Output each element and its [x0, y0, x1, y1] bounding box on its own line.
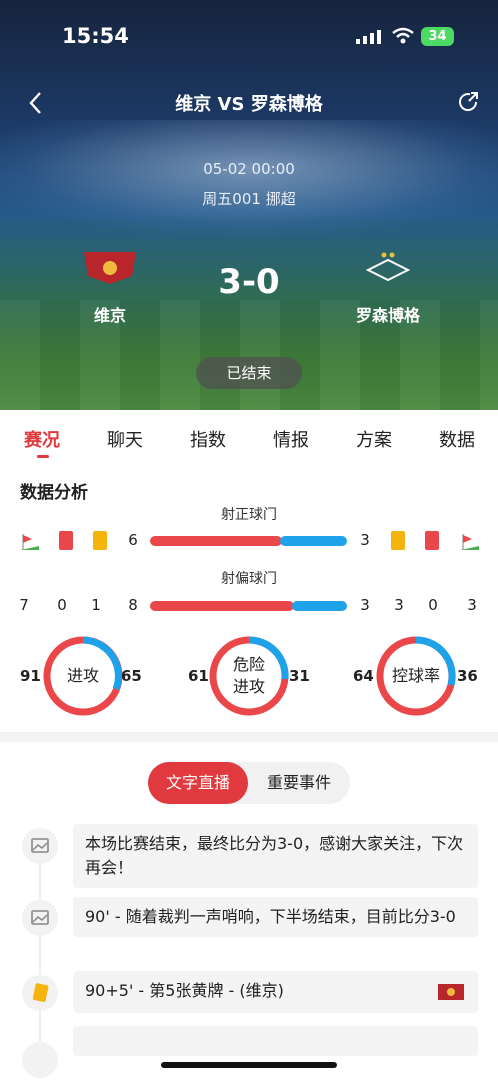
danger-attack-away: 31 — [289, 667, 310, 685]
event-item — [73, 1026, 478, 1056]
event-item: 90+5' - 第5张黄牌 - (维京) — [73, 971, 478, 1013]
away-shots-on: 3 — [360, 531, 370, 549]
away-stat-3: 0 — [428, 596, 438, 614]
shots-on-bar — [150, 536, 347, 546]
tab-bar: 赛况 聊天 指数 情报 方案 数据 — [0, 410, 498, 463]
danger-attack-label-line1: 危险 — [232, 655, 265, 674]
wifi-icon — [392, 27, 414, 44]
home-indicator — [161, 1062, 337, 1068]
possession-home: 64 — [353, 667, 374, 685]
yellow-card-icon — [93, 531, 107, 550]
home-shots-off-bar — [150, 601, 294, 611]
away-team-logo — [365, 252, 411, 282]
shots-off-label: 射偏球门 — [221, 571, 277, 587]
away-team[interactable]: 罗森博格 — [328, 250, 448, 326]
home-shots-off: 8 — [128, 596, 138, 614]
red-card-icon — [425, 531, 439, 550]
event-item: 本场比赛结束，最终比分为3-0，感谢大家关注，下次再会！ — [73, 824, 478, 888]
tab-intel[interactable]: 情报 — [273, 426, 309, 452]
key-events-tab[interactable]: 重要事件 — [248, 762, 350, 804]
match-status-badge: 已结束 — [196, 357, 302, 389]
stats-panel: 数据分析 射正球门 6 3 射偏球门 7 0 1 8 3 3 0 3 91 进攻… — [0, 462, 498, 732]
tab-chat[interactable]: 聊天 — [107, 426, 143, 452]
red-card-icon — [59, 531, 73, 550]
event-text: 90+5' - 第5张黄牌 - (维京) — [85, 981, 284, 1000]
shots-on-label: 射正球门 — [221, 507, 277, 523]
corner-flag-icon — [21, 534, 39, 550]
share-icon[interactable] — [456, 90, 480, 114]
battery-indicator: 34 — [421, 27, 454, 46]
match-header: 15:54 34 维京 VS 罗森博格 05-02 00:00 周五001 挪超… — [0, 0, 498, 410]
danger-attack-home: 61 — [188, 667, 209, 685]
yellow-card-icon — [391, 531, 405, 550]
home-team-logo — [438, 984, 464, 1000]
away-team-name: 罗森博格 — [355, 306, 420, 325]
away-shots-off: 3 — [360, 596, 370, 614]
away-shots-on-bar — [280, 536, 347, 546]
away-shots-off-bar — [292, 601, 347, 611]
home-stat-1: 7 — [19, 596, 29, 614]
clock: 15:54 — [62, 24, 129, 48]
tab-odds[interactable]: 指数 — [190, 426, 226, 452]
away-stat-2: 3 — [394, 596, 404, 614]
away-stat-4: 3 — [467, 596, 477, 614]
home-stat-2: 0 — [57, 596, 67, 614]
nav-bar: 维京 VS 罗森博格 — [0, 84, 498, 120]
match-league: 周五001 挪超 — [202, 190, 296, 208]
possession-away: 36 — [457, 667, 478, 685]
page-title: 维京 VS 罗森博格 — [175, 94, 323, 115]
corner-flag-icon — [461, 534, 479, 550]
possession-label: 控球率 — [391, 666, 440, 685]
tab-data[interactable]: 数据 — [439, 426, 475, 452]
event-icon — [22, 1042, 58, 1078]
tab-overview[interactable]: 赛况 — [24, 426, 60, 452]
active-tab-indicator — [37, 455, 49, 458]
status-bar: 15:54 34 — [0, 0, 498, 70]
text-live-tab[interactable]: 文字直播 — [148, 762, 248, 804]
stadium-lights — [0, 120, 498, 240]
commentary-toggle: 文字直播 重要事件 — [148, 762, 350, 804]
danger-attack-label: 危险 进攻 — [207, 654, 291, 698]
attack-label: 进攻 — [66, 666, 99, 685]
yellow-card-event-icon — [22, 975, 58, 1011]
event-image-icon — [22, 900, 58, 936]
signal-icon — [356, 30, 381, 44]
attack-away: 65 — [121, 667, 142, 685]
attack-home: 91 — [20, 667, 41, 685]
match-datetime: 05-02 00:00 — [203, 160, 295, 178]
event-item: 90' - 随着裁判一声哨响，下半场结束，目前比分3-0 — [73, 897, 478, 937]
live-commentary: 文字直播 重要事件 本场比赛结束，最终比分为3-0，感谢大家关注，下次再会！ 9… — [0, 742, 498, 1080]
event-image-icon — [22, 828, 58, 864]
home-stat-3: 1 — [91, 596, 101, 614]
danger-attack-label-line2: 进攻 — [232, 677, 265, 696]
tab-plans[interactable]: 方案 — [356, 426, 392, 452]
home-shots-on-bar — [150, 536, 282, 546]
stats-title: 数据分析 — [20, 483, 88, 503]
home-team-name: 维京 — [93, 306, 126, 325]
home-shots-on: 6 — [128, 531, 138, 549]
shots-off-bar — [150, 601, 347, 611]
